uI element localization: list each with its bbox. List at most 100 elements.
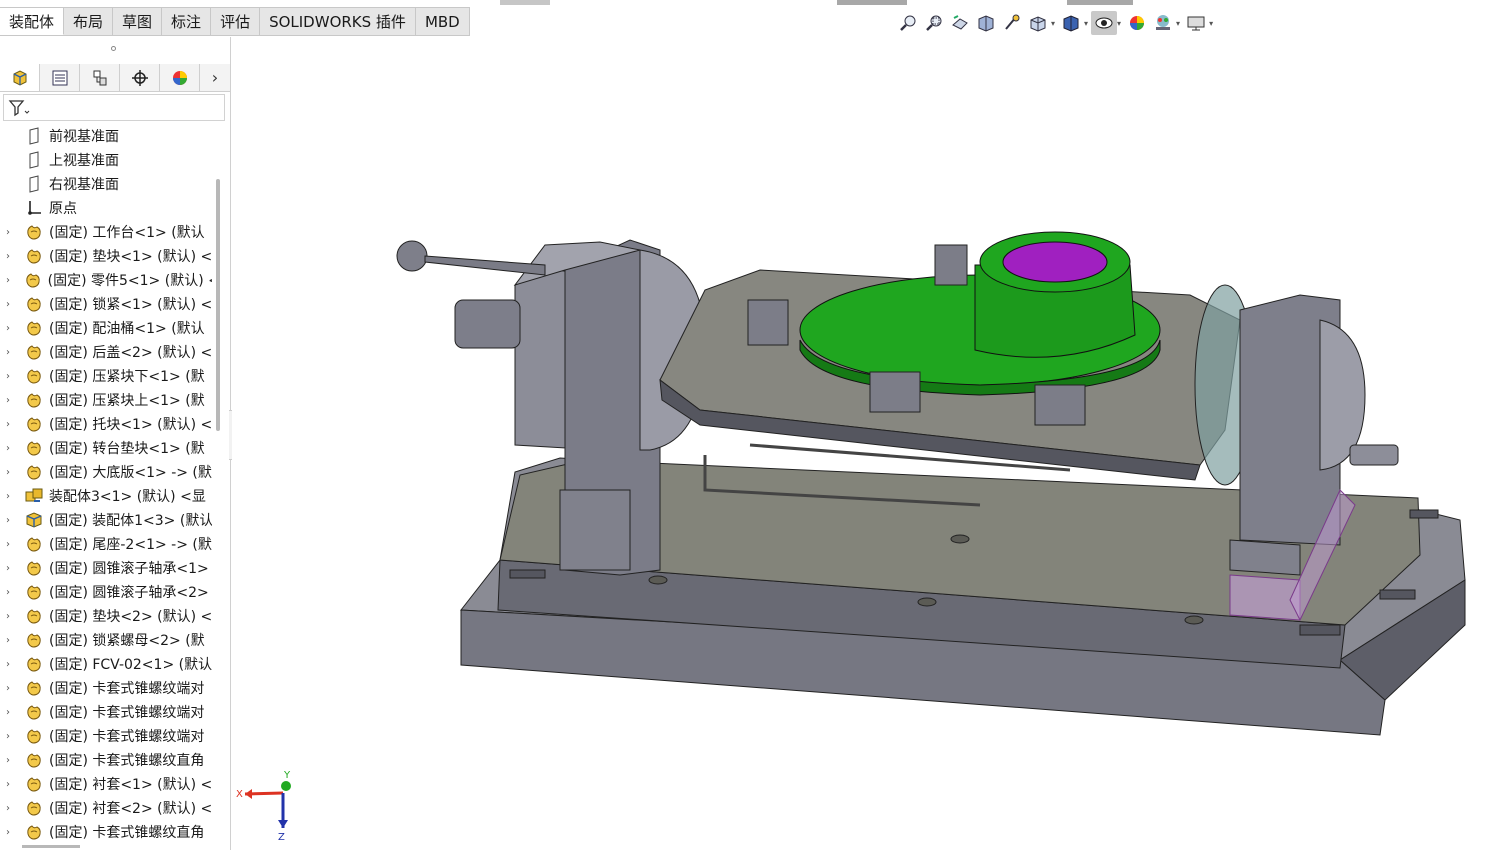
expand-arrow-icon[interactable]: › bbox=[6, 827, 14, 838]
view-orientation-dropdown-icon[interactable]: ▾ bbox=[1051, 19, 1055, 28]
tree-item[interactable]: 前视基准面 bbox=[0, 124, 212, 148]
tree-item[interactable]: › (固定) 衬套<1> (默认) < bbox=[0, 772, 212, 796]
tree-item[interactable]: › (固定) 锁紧螺母<2> (默 bbox=[0, 628, 212, 652]
tree-item[interactable]: › (固定) 后盖<2> (默认) < bbox=[0, 340, 212, 364]
expand-arrow-icon[interactable]: › bbox=[6, 251, 14, 262]
tab-dimxpert[interactable] bbox=[120, 64, 160, 91]
tree-item[interactable]: › 装配体3<1> (默认) <显 bbox=[0, 484, 212, 508]
expand-arrow-icon[interactable]: › bbox=[6, 299, 14, 310]
display-style-button[interactable] bbox=[1058, 11, 1084, 35]
tab-featuremanager[interactable] bbox=[0, 64, 40, 91]
tree-item[interactable]: › (固定) FCV-02<1> (默认 bbox=[0, 652, 212, 676]
tree-item[interactable]: › (固定) 衬套<2> (默认) < bbox=[0, 796, 212, 820]
tree-item[interactable]: › (固定) 托块<1> (默认) < bbox=[0, 412, 212, 436]
tab-1[interactable]: 布局 bbox=[64, 7, 114, 35]
more-tabs-chevron-icon[interactable]: › bbox=[200, 64, 230, 91]
tree-item[interactable]: › (固定) 卡套式锥螺纹直角 bbox=[0, 820, 212, 844]
tree-item[interactable]: › (固定) 圆锥滚子轴承<2> bbox=[0, 580, 212, 604]
expand-arrow-icon[interactable]: › bbox=[6, 779, 14, 790]
view-orientation-button[interactable] bbox=[1025, 11, 1051, 35]
tree-item-label: (固定) 衬套<2> (默认) < bbox=[48, 801, 212, 817]
view-settings-button[interactable] bbox=[1183, 11, 1209, 35]
expand-arrow-icon[interactable]: › bbox=[6, 707, 14, 718]
apply-scene-button[interactable] bbox=[1150, 11, 1176, 35]
expand-arrow-icon[interactable]: › bbox=[6, 635, 14, 646]
part-icon bbox=[23, 462, 45, 482]
tree-item[interactable]: › (固定) 卡套式锥螺纹端对 bbox=[0, 724, 212, 748]
tree-item[interactable]: › (固定) 压紧块下<1> (默 bbox=[0, 364, 212, 388]
display-style-dropdown-icon[interactable]: ▾ bbox=[1084, 19, 1088, 28]
tab-propertymanager[interactable] bbox=[40, 64, 80, 91]
tab-3[interactable]: 标注 bbox=[162, 7, 212, 35]
tree-item[interactable]: › (固定) 卡套式锥螺纹端对 bbox=[0, 700, 212, 724]
expand-arrow-icon[interactable]: › bbox=[6, 443, 14, 454]
tab-5[interactable]: SOLIDWORKS 插件 bbox=[260, 7, 416, 35]
tree-item[interactable]: 右视基准面 bbox=[0, 172, 212, 196]
expand-arrow-icon[interactable]: › bbox=[6, 395, 14, 406]
dynamic-annotation-button[interactable] bbox=[999, 11, 1025, 35]
tree-item[interactable]: › (固定) 零件5<1> (默认) < bbox=[0, 268, 212, 292]
tree-scrollbar[interactable] bbox=[214, 124, 222, 850]
hide-show-items-button[interactable] bbox=[1091, 11, 1118, 35]
expand-arrow-icon[interactable]: › bbox=[6, 731, 14, 742]
tab-2[interactable]: 草图 bbox=[113, 7, 163, 35]
expand-arrow-icon[interactable]: › bbox=[6, 467, 14, 478]
expand-arrow-icon[interactable]: › bbox=[6, 755, 14, 766]
expand-arrow-icon[interactable]: › bbox=[6, 611, 14, 622]
expand-arrow-icon[interactable]: › bbox=[6, 515, 14, 526]
tree-item[interactable]: › (固定) 圆锥滚子轴承<1> bbox=[0, 556, 212, 580]
expand-arrow-icon[interactable]: › bbox=[6, 419, 14, 430]
expand-arrow-icon[interactable]: › bbox=[6, 563, 14, 574]
tree-item[interactable]: › (固定) 大底版<1> -> (默 bbox=[0, 460, 212, 484]
tree-item[interactable]: › (固定) 卡套式锥螺纹直角 bbox=[0, 748, 212, 772]
tree-item[interactable]: › (固定) 转台垫块<1> (默 bbox=[0, 436, 212, 460]
tree-item[interactable]: › (固定) 垫块<2> (默认) < bbox=[0, 604, 212, 628]
horizontal-scrollbar-thumb[interactable] bbox=[22, 845, 80, 848]
expand-arrow-icon[interactable]: › bbox=[6, 659, 14, 670]
expand-arrow-icon[interactable]: › bbox=[6, 347, 14, 358]
reference-triad: X Y Z bbox=[236, 770, 291, 840]
tree-item[interactable]: › (固定) 配油桶<1> (默认 bbox=[0, 316, 212, 340]
tree-item[interactable]: 上视基准面 bbox=[0, 148, 212, 172]
expand-arrow-icon[interactable]: › bbox=[6, 683, 14, 694]
tree-filter[interactable] bbox=[3, 94, 225, 121]
tree-item[interactable]: 原点 bbox=[0, 196, 212, 220]
tree-item[interactable]: › (固定) 压紧块上<1> (默 bbox=[0, 388, 212, 412]
graphics-area[interactable] bbox=[232, 37, 1502, 850]
hide-show-dropdown-icon[interactable]: ▾ bbox=[1117, 19, 1121, 28]
tree-item[interactable]: › (固定) 锁紧<1> (默认) < bbox=[0, 292, 212, 316]
tree-item-label: (固定) 垫块<2> (默认) < bbox=[48, 609, 212, 625]
expand-arrow-icon[interactable]: › bbox=[6, 371, 14, 382]
tab-4[interactable]: 评估 bbox=[211, 7, 261, 35]
expand-arrow-icon[interactable]: › bbox=[6, 803, 14, 814]
view-settings-dropdown-icon[interactable]: ▾ bbox=[1209, 19, 1213, 28]
expand-arrow-icon[interactable]: › bbox=[6, 539, 14, 550]
tree-item[interactable]: › (固定) 工作台<1> (默认 bbox=[0, 220, 212, 244]
tab-configurationmanager[interactable] bbox=[80, 64, 120, 91]
tree-item-label: (固定) 锁紧<1> (默认) < bbox=[48, 297, 212, 313]
tree-item-label: (固定) 圆锥滚子轴承<2> bbox=[49, 585, 209, 601]
previous-view-button[interactable] bbox=[947, 11, 973, 35]
scrollbar-thumb[interactable] bbox=[216, 179, 220, 431]
display-style-icon bbox=[1063, 15, 1079, 32]
tree-item-label: 前视基准面 bbox=[49, 129, 119, 145]
tab-display-manager[interactable] bbox=[160, 64, 200, 91]
tab-0[interactable]: 装配体 bbox=[0, 7, 65, 35]
tree-item[interactable]: › (固定) 装配体1<3> (默认 bbox=[0, 508, 212, 532]
assembly-model[interactable] bbox=[396, 231, 1466, 736]
panel-collapse-handle[interactable] bbox=[111, 46, 116, 51]
section-view-button[interactable] bbox=[973, 11, 999, 35]
zoom-to-area-button[interactable] bbox=[921, 11, 947, 35]
expand-arrow-icon[interactable]: › bbox=[6, 227, 14, 238]
tree-item[interactable]: › (固定) 卡套式锥螺纹端对 bbox=[0, 676, 212, 700]
expand-arrow-icon[interactable]: › bbox=[6, 323, 14, 334]
tab-6[interactable]: MBD bbox=[415, 7, 470, 35]
tree-item[interactable]: › (固定) 垫块<1> (默认) < bbox=[0, 244, 212, 268]
expand-arrow-icon[interactable]: › bbox=[6, 587, 14, 598]
edit-appearance-button[interactable] bbox=[1124, 11, 1150, 35]
tree-item[interactable]: › (固定) 尾座-2<1> -> (默 bbox=[0, 532, 212, 556]
expand-arrow-icon[interactable]: › bbox=[6, 275, 14, 286]
zoom-to-fit-button[interactable] bbox=[895, 11, 921, 35]
expand-arrow-icon[interactable]: › bbox=[6, 491, 14, 502]
apply-scene-dropdown-icon[interactable]: ▾ bbox=[1176, 19, 1180, 28]
